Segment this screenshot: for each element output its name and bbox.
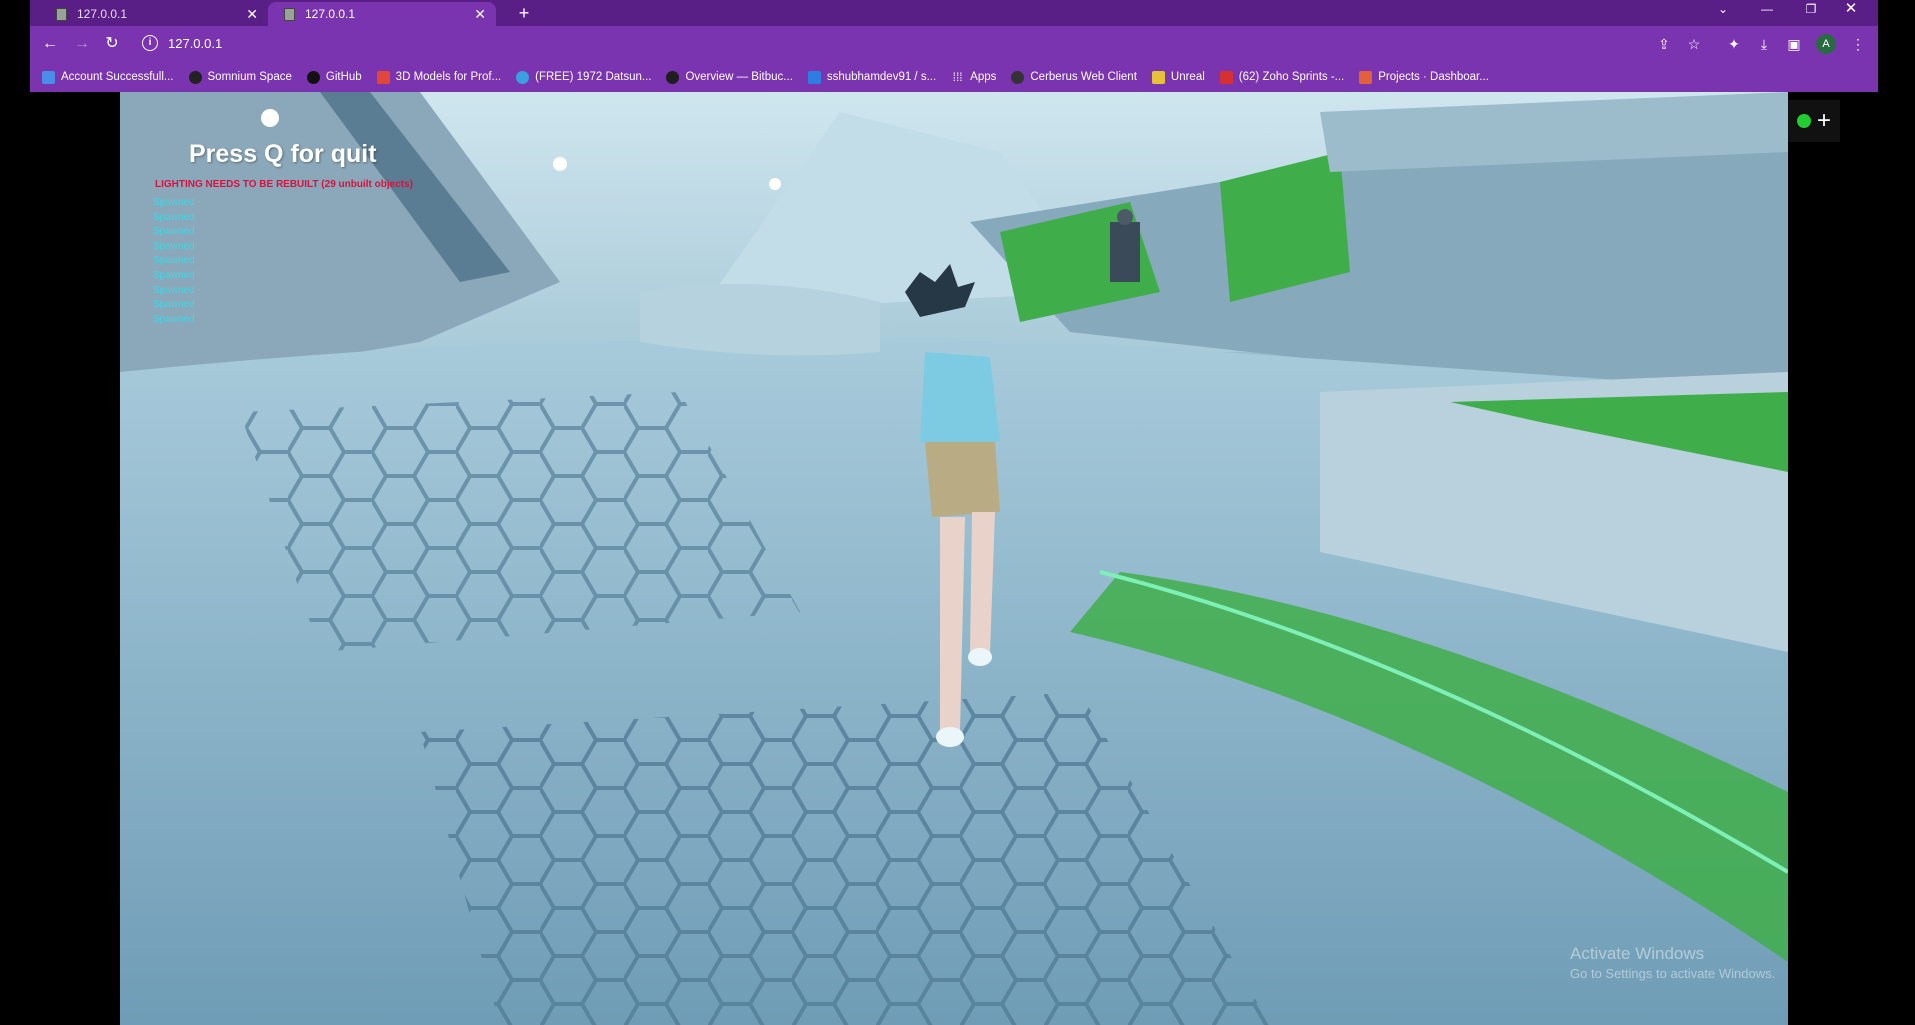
plus-icon[interactable]: + <box>1817 109 1831 133</box>
bookmark-item[interactable]: 3D Models for Prof... <box>376 70 501 84</box>
reload-icon: ↻ <box>105 35 119 52</box>
activation-watermark: Activate Windows Go to Settings to activ… <box>1570 944 1775 981</box>
close-icon: ✕ <box>1844 0 1858 17</box>
game-viewport[interactable]: Press Q for quit LIGHTING NEEDS TO BE RE… <box>120 92 1788 1025</box>
bookmark-favicon-icon <box>1359 70 1373 84</box>
browser-window: 127.0.0.1 ✕ 127.0.0.1 ✕ + ⌄ — ❐ ✕ ← → ↻ … <box>30 0 1878 92</box>
forward-button[interactable]: → <box>70 32 94 56</box>
side-widget: + <box>1788 100 1840 142</box>
lamp-light <box>261 109 279 127</box>
sidebar-icon: ▣ <box>1787 36 1801 52</box>
bookmark-favicon-icon <box>807 70 821 84</box>
menu-button[interactable]: ⋮ <box>1848 34 1868 54</box>
page-favicon-icon <box>284 7 295 21</box>
address-bar[interactable]: i 127.0.0.1 <box>136 30 1746 56</box>
download-icon: ⤓ <box>1760 36 1768 52</box>
game-scene <box>120 92 1788 1025</box>
back-button[interactable]: ← <box>38 32 62 56</box>
extensions-icon: ✦ <box>1728 36 1740 52</box>
bookmark-item[interactable]: Account Successfull... <box>42 70 174 84</box>
url-text: 127.0.0.1 <box>168 35 223 51</box>
extensions-button[interactable]: ✦ <box>1724 34 1744 54</box>
log-line: Spawned <box>153 313 195 325</box>
tab-close-icon[interactable]: ✕ <box>246 6 258 23</box>
arrow-right-icon: → <box>74 35 90 52</box>
site-info-icon[interactable]: i <box>142 35 158 51</box>
tab-title: 127.0.0.1 <box>77 7 128 21</box>
tab-close-icon[interactable]: ✕ <box>474 6 486 23</box>
lamp-light <box>769 178 781 190</box>
bookmarks-bar: Account Successfull... Somnium Space Git… <box>30 62 1878 92</box>
quit-hint: Press Q for quit <box>189 140 377 168</box>
folder-icon <box>1151 70 1165 84</box>
restore-icon: ❐ <box>1805 2 1817 16</box>
log-line: Spawned <box>153 240 195 252</box>
reload-button[interactable]: ↻ <box>100 32 124 56</box>
chevron-down-icon: ⌄ <box>1717 2 1729 16</box>
log-line: Spawned <box>153 255 195 267</box>
bookmark-favicon-icon <box>376 70 390 84</box>
github-icon <box>306 70 320 84</box>
log-line: Spawned <box>153 226 195 238</box>
plus-icon: + <box>518 3 530 23</box>
new-tab-button[interactable]: + <box>512 2 536 24</box>
tab-1[interactable]: 127.0.0.1 ✕ <box>40 2 268 26</box>
tab-search-button[interactable]: ⌄ <box>1710 0 1736 20</box>
bookmark-item[interactable]: Projects · Dashboar... <box>1359 70 1489 84</box>
page-favicon-icon <box>56 7 67 21</box>
spawned-log: Spawned Spawned Spawned Spawned Spawned … <box>153 196 195 327</box>
bookmark-item[interactable]: ⁞⁞⁞ Apps <box>951 69 997 84</box>
profile-avatar[interactable]: A <box>1816 34 1836 54</box>
lamp-light <box>553 157 567 171</box>
minimize-button[interactable]: — <box>1754 0 1780 20</box>
share-button[interactable]: ⇪ <box>1654 34 1674 54</box>
tab-strip: 127.0.0.1 ✕ 127.0.0.1 ✕ + ⌄ — ❐ ✕ <box>30 0 1878 26</box>
downloads-button[interactable]: ⤓ <box>1754 34 1774 54</box>
bookmark-favicon-icon <box>1011 70 1025 84</box>
share-icon: ⇪ <box>1658 36 1670 52</box>
log-line: Spawned <box>153 269 195 281</box>
bookmark-item[interactable]: (62) Zoho Sprints -... <box>1219 70 1344 84</box>
bookmark-item[interactable]: Somnium Space <box>188 70 292 84</box>
lighting-warning: LIGHTING NEEDS TO BE REBUILT (29 unbuilt… <box>155 179 413 190</box>
tab-title: 127.0.0.1 <box>305 7 356 21</box>
browser-toolbar: ← → ↻ i 127.0.0.1 ⇪ ☆ ✦ ⤓ ▣ A ⋮ <box>30 26 1878 62</box>
minimize-icon: — <box>1761 2 1773 16</box>
bookmark-favicon-icon <box>188 70 202 84</box>
bookmark-favicon-icon <box>666 70 680 84</box>
bookmark-favicon-icon <box>516 70 530 84</box>
bookmark-item[interactable]: (FREE) 1972 Datsun... <box>516 70 651 84</box>
bookmark-favicon-icon <box>1219 70 1233 84</box>
bookmark-item[interactable]: Overview — Bitbuc... <box>666 70 793 84</box>
side-panel-button[interactable]: ▣ <box>1784 34 1804 54</box>
bookmark-favicon-icon <box>42 70 55 84</box>
log-line: Spawned <box>153 284 195 296</box>
bookmark-item[interactable]: Unreal <box>1151 70 1205 84</box>
log-line: Spawned <box>153 211 195 223</box>
tab-2[interactable]: 127.0.0.1 ✕ <box>268 2 496 26</box>
bookmark-item[interactable]: sshubhamdev91 / s... <box>807 70 936 84</box>
watermark-subtitle: Go to Settings to activate Windows. <box>1570 966 1776 981</box>
apps-grid-icon: ⁞⁞⁞ <box>952 69 963 84</box>
log-line: Spawned <box>153 299 195 311</box>
watermark-title: Activate Windows <box>1570 944 1705 963</box>
more-icon: ⋮ <box>1851 36 1865 52</box>
log-line: Spawned <box>153 197 195 208</box>
status-dot-icon <box>1796 114 1811 128</box>
arrow-left-icon: ← <box>42 35 58 52</box>
restore-button[interactable]: ❐ <box>1798 0 1824 20</box>
close-window-button[interactable]: ✕ <box>1838 0 1864 20</box>
planter <box>640 284 880 356</box>
bookmark-star-button[interactable]: ☆ <box>1684 34 1704 54</box>
bookmark-item[interactable]: Cerberus Web Client <box>1011 70 1137 84</box>
star-icon: ☆ <box>1687 36 1701 52</box>
bookmark-item[interactable]: GitHub <box>306 70 362 84</box>
